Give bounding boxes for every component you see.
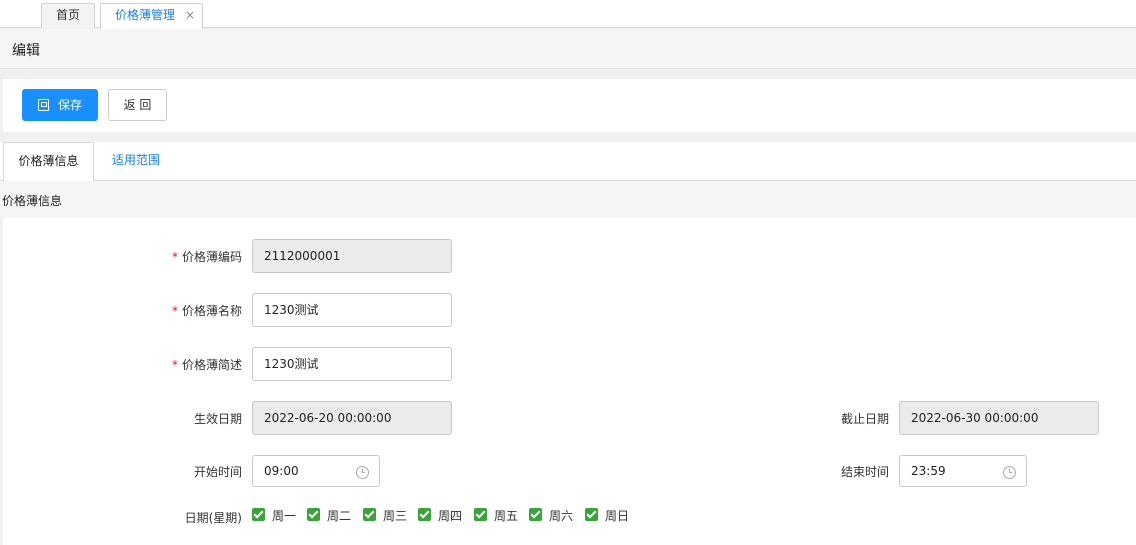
end-date-label: 截止日期	[840, 412, 889, 426]
checkbox-checked-icon[interactable]	[474, 508, 487, 521]
weekday-mon-label: 周一	[272, 509, 297, 523]
checkbox-checked-icon[interactable]	[418, 508, 431, 521]
effective-date-field[interactable]: 2022-06-20 00:00:00	[252, 401, 452, 435]
code-label: * 价格薄编码	[171, 250, 242, 264]
tab-applicable-scope[interactable]: 适用范围	[97, 142, 175, 181]
save-icon	[38, 99, 49, 111]
effective-date-label: 生效日期	[193, 412, 242, 426]
desc-label: * 价格薄简述	[171, 358, 242, 372]
clock-icon	[356, 466, 369, 479]
close-icon[interactable]: ×	[185, 4, 195, 27]
desc-field[interactable]: 1230测试	[252, 347, 452, 381]
checkbox-checked-icon[interactable]	[252, 508, 265, 521]
code-field[interactable]: 2112000001	[252, 239, 452, 273]
price-book-form: * 价格薄编码 2112000001 * 价格薄名称 1230测试 * 价格薄简述 1…	[3, 218, 1136, 545]
end-time-label: 结束时间	[840, 465, 889, 479]
tab-price-book-info[interactable]: 价格薄信息	[3, 142, 94, 182]
end-date-field[interactable]: 2022-06-30 00:00:00	[899, 401, 1099, 435]
start-time-value: 09:00	[264, 464, 299, 478]
weekday-label: 日期(星期)	[184, 511, 242, 525]
weekday-sun-label: 周日	[605, 509, 630, 523]
tab-home[interactable]: 首页	[41, 3, 95, 28]
toolbar: 保存 返 回	[3, 79, 1136, 132]
checkbox-checked-icon[interactable]	[363, 508, 376, 521]
weekday-tue-label: 周二	[327, 509, 352, 523]
weekday-thu-label: 周四	[438, 509, 463, 523]
required-mark: *	[171, 250, 178, 264]
page-title: 编辑	[12, 43, 40, 59]
tab-home-label: 首页	[55, 8, 80, 22]
back-button[interactable]: 返 回	[108, 89, 167, 121]
section-title: 价格薄信息	[2, 194, 63, 208]
required-mark: *	[171, 304, 178, 318]
tab-price-book-management[interactable]: 价格薄管理 ×	[100, 3, 203, 29]
end-time-field[interactable]: 23:59	[899, 455, 1027, 487]
clock-icon	[1003, 466, 1016, 479]
checkbox-checked-icon[interactable]	[529, 508, 542, 521]
required-mark: *	[171, 358, 178, 372]
section-header: 价格薄信息	[0, 181, 1136, 218]
start-time-field[interactable]: 09:00	[252, 455, 380, 487]
top-tab-strip: 首页 价格薄管理 ×	[0, 0, 1136, 29]
save-button[interactable]: 保存	[22, 89, 98, 121]
weekday-wed-label: 周三	[383, 509, 408, 523]
save-button-label: 保存	[58, 98, 83, 112]
name-label: * 价格薄名称	[171, 304, 242, 318]
checkbox-checked-icon[interactable]	[307, 508, 320, 521]
checkbox-checked-icon[interactable]	[585, 508, 598, 521]
weekday-sat-label: 周六	[549, 509, 574, 523]
page-header: 编辑	[0, 29, 1136, 69]
weekday-fri-label: 周五	[494, 509, 519, 523]
content-tabs: 价格薄信息 适用范围	[0, 142, 1136, 182]
name-field[interactable]: 1230测试	[252, 293, 452, 327]
tab-price-book-management-label: 价格薄管理	[115, 8, 176, 22]
end-time-value: 23:59	[911, 464, 946, 478]
start-time-label: 开始时间	[193, 465, 242, 479]
